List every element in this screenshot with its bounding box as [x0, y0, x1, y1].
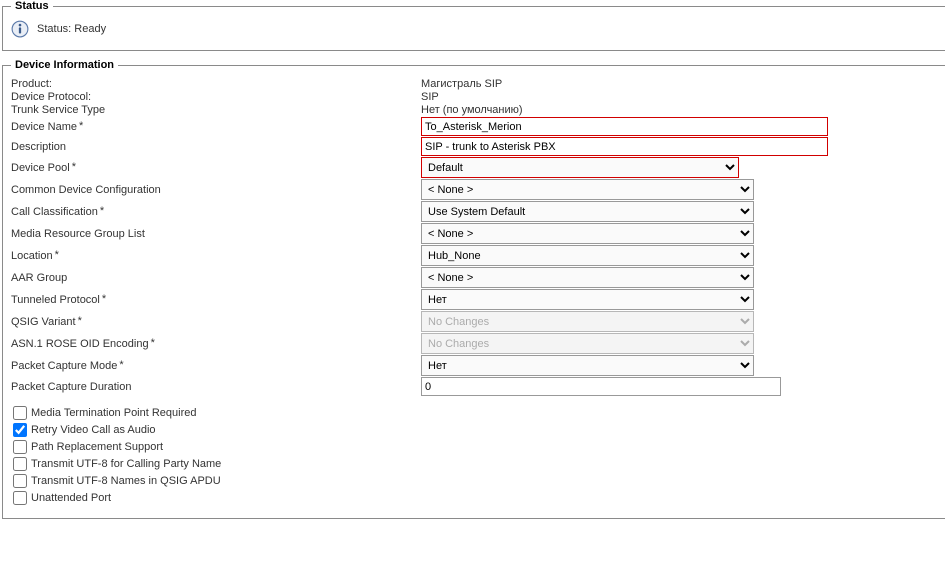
checkbox-label-utf8-qsig: Transmit UTF-8 Names in QSIG APDU	[31, 475, 221, 487]
required-call-classification: *	[100, 206, 104, 217]
label-trunk-service-type: Trunk Service Type	[11, 104, 105, 116]
row-protocol: Device Protocol: SIP	[11, 91, 938, 103]
checkbox-label-utf8-calling: Transmit UTF-8 for Calling Party Name	[31, 458, 221, 470]
value-trunk-service-type: Нет (по умолчанию)	[421, 104, 523, 116]
select-tunneled-protocol[interactable]: Нет	[421, 289, 754, 310]
status-row: Status: Ready	[11, 18, 938, 40]
label-device-name: Device Name	[11, 121, 77, 133]
select-aar-group[interactable]: < None >	[421, 267, 754, 288]
select-location[interactable]: Hub_None	[421, 245, 754, 266]
info-icon	[11, 20, 29, 38]
row-aar-group: AAR Group < None >	[11, 267, 938, 288]
required-device-pool: *	[72, 162, 76, 173]
checkbox-retry-video[interactable]	[13, 423, 27, 437]
checkbox-label-media-termination: Media Termination Point Required	[31, 407, 197, 419]
status-fieldset: Status Status: Ready	[2, 0, 945, 51]
checkbox-media-termination[interactable]	[13, 406, 27, 420]
checkbox-label-path-replacement: Path Replacement Support	[31, 441, 163, 453]
checkbox-row-unattended-port: Unattended Port	[13, 491, 938, 505]
required-qsig-variant: *	[78, 316, 82, 327]
label-media-resource-group: Media Resource Group List	[11, 228, 145, 240]
checkbox-row-retry-video: Retry Video Call as Audio	[13, 423, 938, 437]
row-trunk-service-type: Trunk Service Type Нет (по умолчанию)	[11, 104, 938, 116]
label-qsig-variant: QSIG Variant	[11, 316, 76, 328]
select-media-resource-group[interactable]: < None >	[421, 223, 754, 244]
label-aar-group: AAR Group	[11, 272, 67, 284]
label-product: Product:	[11, 78, 52, 90]
status-text: Status: Ready	[37, 23, 106, 35]
value-protocol: SIP	[421, 91, 439, 103]
row-device-name: Device Name *	[11, 117, 938, 136]
select-asn1-rose: No Changes	[421, 333, 754, 354]
required-asn1-rose: *	[151, 338, 155, 349]
device-information-fieldset: Device Information Product: Магистраль S…	[2, 59, 945, 519]
required-tunneled-protocol: *	[102, 294, 106, 305]
required-packet-capture-mode: *	[119, 360, 123, 371]
row-media-resource-group: Media Resource Group List < None >	[11, 223, 938, 244]
row-location: Location * Hub_None	[11, 245, 938, 266]
checkbox-utf8-qsig[interactable]	[13, 474, 27, 488]
label-description: Description	[11, 141, 66, 153]
label-tunneled-protocol: Tunneled Protocol	[11, 294, 100, 306]
row-description: Description	[11, 137, 938, 156]
status-legend: Status	[11, 0, 53, 12]
row-product: Product: Магистраль SIP	[11, 78, 938, 90]
checkbox-path-replacement[interactable]	[13, 440, 27, 454]
row-common-device-config: Common Device Configuration < None >	[11, 179, 938, 200]
value-product: Магистраль SIP	[421, 78, 502, 90]
row-asn1-rose: ASN.1 ROSE OID Encoding * No Changes	[11, 333, 938, 354]
row-device-pool: Device Pool * Default	[11, 157, 938, 178]
label-packet-capture-duration: Packet Capture Duration	[11, 381, 131, 393]
required-device-name: *	[79, 121, 83, 132]
checkbox-row-path-replacement: Path Replacement Support	[13, 440, 938, 454]
checkbox-label-unattended-port: Unattended Port	[31, 492, 111, 504]
label-packet-capture-mode: Packet Capture Mode	[11, 360, 117, 372]
checkbox-label-retry-video: Retry Video Call as Audio	[31, 424, 156, 436]
row-tunneled-protocol: Tunneled Protocol * Нет	[11, 289, 938, 310]
label-common-device-config: Common Device Configuration	[11, 184, 161, 196]
checkbox-unattended-port[interactable]	[13, 491, 27, 505]
row-call-classification: Call Classification * Use System Default	[11, 201, 938, 222]
checkbox-utf8-calling[interactable]	[13, 457, 27, 471]
checkbox-row-utf8-qsig: Transmit UTF-8 Names in QSIG APDU	[13, 474, 938, 488]
label-asn1-rose: ASN.1 ROSE OID Encoding	[11, 338, 149, 350]
device-info-legend: Device Information	[11, 59, 118, 71]
select-packet-capture-mode[interactable]: Нет	[421, 355, 754, 376]
row-qsig-variant: QSIG Variant * No Changes	[11, 311, 938, 332]
select-qsig-variant: No Changes	[421, 311, 754, 332]
label-device-pool: Device Pool	[11, 162, 70, 174]
required-location: *	[55, 250, 59, 261]
select-common-device-config[interactable]: < None >	[421, 179, 754, 200]
input-packet-capture-duration[interactable]	[421, 377, 781, 396]
row-packet-capture-mode: Packet Capture Mode * Нет	[11, 355, 938, 376]
input-description[interactable]	[421, 137, 828, 156]
label-protocol: Device Protocol:	[11, 91, 91, 103]
label-location: Location	[11, 250, 53, 262]
checkbox-row-media-termination: Media Termination Point Required	[13, 406, 938, 420]
row-packet-capture-duration: Packet Capture Duration	[11, 377, 938, 396]
checkbox-row-utf8-calling: Transmit UTF-8 for Calling Party Name	[13, 457, 938, 471]
select-call-classification[interactable]: Use System Default	[421, 201, 754, 222]
label-call-classification: Call Classification	[11, 206, 98, 218]
select-device-pool[interactable]: Default	[421, 157, 739, 178]
input-device-name[interactable]	[421, 117, 828, 136]
